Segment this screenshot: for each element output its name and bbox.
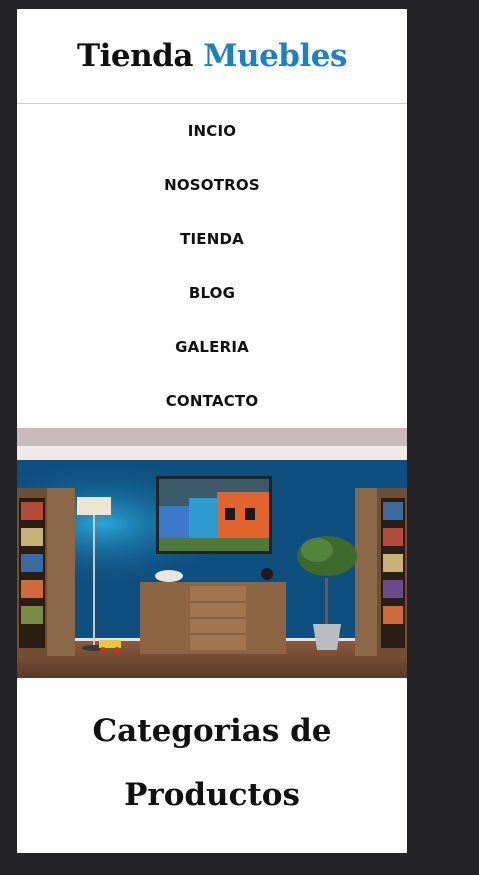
hero-image <box>17 428 407 678</box>
page-container: Tienda Muebles INCIO NOSOTROS TIENDA BLO… <box>17 9 407 853</box>
hero-illustration <box>17 428 407 678</box>
nav-item-nosotros[interactable]: NOSOTROS <box>17 158 407 212</box>
nav-item-galeria[interactable]: GALERIA <box>17 320 407 374</box>
main-navigation: INCIO NOSOTROS TIENDA BLOG GALERIA CONTA… <box>17 104 407 428</box>
nav-item-inicio[interactable]: INCIO <box>17 104 407 158</box>
logo-text-tienda: Tienda <box>77 38 193 74</box>
nav-item-tienda[interactable]: TIENDA <box>17 212 407 266</box>
site-logo[interactable]: Tienda Muebles <box>77 38 347 74</box>
logo-text-muebles: Muebles <box>203 38 347 74</box>
site-header: Tienda Muebles <box>17 9 407 104</box>
nav-item-blog[interactable]: BLOG <box>17 266 407 320</box>
nav-item-contacto[interactable]: CONTACTO <box>17 374 407 428</box>
categories-section: Categorias de Productos <box>17 699 407 827</box>
categories-title: Categorias de Productos <box>92 713 332 813</box>
